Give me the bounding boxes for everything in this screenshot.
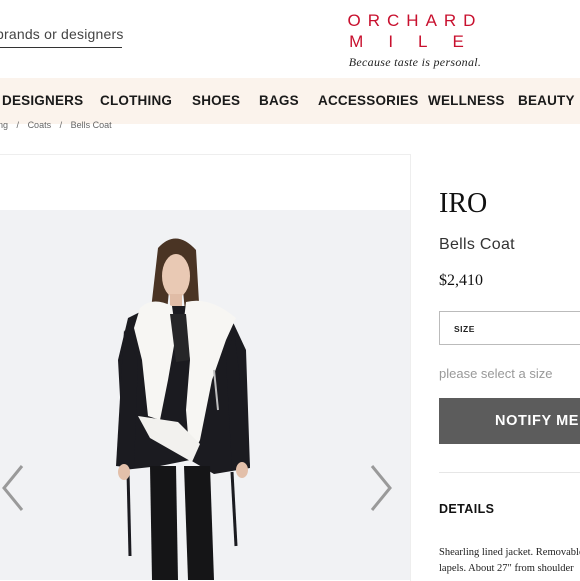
description-line-1: Shearling lined jacket. Removable: [439, 547, 580, 558]
product-description: Shearling lined jacket. Removable lapels…: [439, 545, 580, 577]
product-brand[interactable]: IRO: [439, 188, 487, 220]
main-nav: DESIGNERS CLOTHING SHOES BAGS ACCESSORIE…: [0, 78, 580, 124]
divider: [439, 472, 580, 473]
notify-me-button[interactable]: NOTIFY ME: [439, 398, 580, 444]
breadcrumb-separator: /: [59, 120, 63, 130]
nav-item-bags[interactable]: BAGS: [259, 93, 299, 108]
nav-item-designers[interactable]: DESIGNERS: [2, 93, 83, 108]
product-photo-illustration: [0, 210, 410, 580]
size-select-label: SIZE: [454, 324, 475, 334]
product-price: $2,410: [439, 272, 483, 289]
logo-line-2: MILE: [349, 32, 489, 51]
chevron-left-icon[interactable]: [0, 462, 26, 522]
product-name: Bells Coat: [439, 236, 515, 253]
details-heading[interactable]: DETAILS: [439, 502, 494, 516]
nav-item-accessories[interactable]: ACCESSORIES: [318, 93, 418, 108]
chevron-right-icon[interactable]: [368, 462, 394, 522]
description-line-2: lapels. About 27" from shoulder: [439, 563, 574, 574]
breadcrumb-item-clothing[interactable]: ng: [0, 120, 8, 130]
size-hint: please select a size: [439, 366, 553, 381]
logo[interactable]: ORCHARD MILE Because taste is personal.: [340, 10, 490, 70]
nav-item-beauty[interactable]: BEAUTY: [518, 93, 575, 108]
search-underline: [0, 47, 122, 48]
nav-item-clothing[interactable]: CLOTHING: [100, 93, 172, 108]
nav-item-wellness[interactable]: WELLNESS: [428, 93, 505, 108]
logo-line-1: ORCHARD: [347, 11, 483, 30]
breadcrumb: ng / Coats / Bells Coat: [0, 120, 118, 130]
product-image[interactable]: [0, 210, 410, 580]
nav-item-shoes[interactable]: SHOES: [192, 93, 240, 108]
size-select[interactable]: SIZE: [439, 311, 580, 345]
notify-me-label: NOTIFY ME: [495, 413, 580, 429]
logo-tagline: Because taste is personal.: [348, 55, 482, 69]
search-input[interactable]: brands or designers: [0, 26, 124, 42]
breadcrumb-item-coats[interactable]: Coats: [28, 120, 52, 130]
breadcrumb-separator: /: [16, 120, 20, 130]
breadcrumb-item-current: Bells Coat: [70, 120, 112, 130]
